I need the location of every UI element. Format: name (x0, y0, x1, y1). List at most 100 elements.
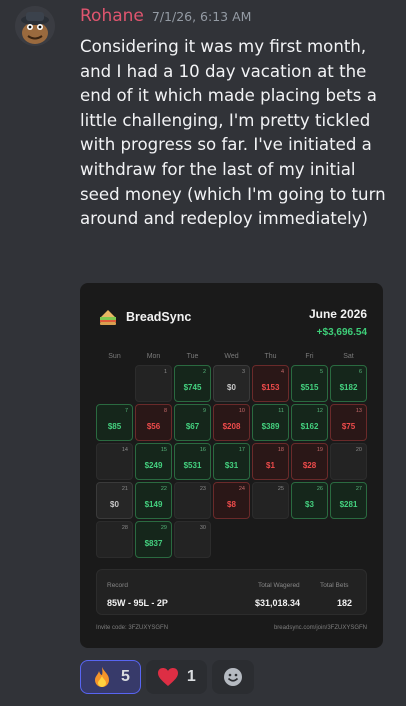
day-number: 14 (121, 447, 128, 453)
brand-name: BreadSync (126, 310, 192, 324)
calendar-day: 21 $0 (96, 482, 133, 519)
day-number: 22 (160, 486, 167, 492)
day-amount: $85 (107, 422, 122, 431)
day-amount: $0 (110, 500, 119, 509)
day-amount: $281 (339, 500, 358, 509)
calendar-day: 27 $281 (330, 482, 367, 519)
user-avatar[interactable] (15, 6, 55, 46)
weekday-label: Sun (108, 353, 121, 360)
bets-label: Total Bets (320, 582, 349, 589)
day-amount: $208 (222, 422, 241, 431)
day-number: 25 (277, 486, 284, 492)
day-number: 29 (160, 525, 167, 531)
weekday-label: Fri (305, 353, 314, 360)
calendar-day: 3 $0 (213, 365, 250, 402)
weekday-label: Mon (146, 353, 161, 360)
weekday-header: Sun Mon Tue Wed Thu Fri Sat (96, 353, 367, 360)
day-amount: $249 (144, 461, 163, 470)
day-amount: $1 (266, 461, 275, 470)
calendar-day: 6 $182 (330, 365, 367, 402)
day-number: 6 (358, 369, 362, 375)
day-number: 18 (277, 447, 284, 453)
message-text: Considering it was my first month, and I… (80, 37, 386, 229)
day-amount: $31 (224, 461, 239, 470)
message-header: Rohane 7/1/26, 6:13 AM (80, 6, 400, 30)
reaction-count: 1 (186, 668, 196, 685)
day-number: 21 (121, 486, 128, 492)
record-value: 85W - 95L - 2P (107, 598, 168, 608)
invite-code: Invite code: 3FZUXYSGFN (96, 625, 169, 631)
reaction-fire[interactable]: 5 (80, 660, 141, 694)
month-total: +$3,696.54 (316, 327, 367, 338)
day-amount: $182 (339, 383, 358, 392)
calendar-day: 24 $8 (213, 482, 250, 519)
day-number: 17 (238, 447, 245, 453)
day-number: 8 (163, 408, 167, 414)
day-number: 26 (316, 486, 323, 492)
reaction-heart[interactable]: 1 (145, 660, 207, 694)
day-amount: $515 (300, 383, 319, 392)
wagered-value: $31,018.34 (255, 598, 301, 608)
day-amount: $75 (341, 422, 356, 431)
calendar-day: 19 $28 (291, 443, 328, 480)
join-link: breadsync.com/join/3FZUXYSGFN (273, 625, 367, 631)
day-amount: $28 (302, 461, 317, 470)
day-number: 1 (163, 369, 167, 375)
reactions-bar: 5 1 (80, 660, 254, 694)
add-reaction-button[interactable] (211, 660, 254, 694)
day-number: 24 (238, 486, 245, 492)
calendar-day: 2 $745 (174, 365, 211, 402)
day-amount: $149 (144, 500, 163, 509)
day-number: 12 (316, 408, 323, 414)
calendar-day: 16 $531 (174, 443, 211, 480)
stats-panel: Record 85W - 95L - 2P Total Wagered $31,… (96, 569, 367, 615)
calendar-day: 29 $837 (135, 521, 172, 558)
day-number: 5 (319, 369, 323, 375)
weekday-label: Wed (224, 353, 239, 360)
calendar-day: 10 $208 (213, 404, 250, 441)
day-amount: $745 (183, 383, 202, 392)
calendar-day: 23 (174, 482, 211, 519)
card-footer: Invite code: 3FZUXYSGFN breadsync.com/jo… (96, 625, 367, 631)
day-number: 4 (280, 369, 284, 375)
day-number: 2 (202, 369, 206, 375)
calendar-day: 5 $515 (291, 365, 328, 402)
day-number: 10 (238, 408, 245, 414)
calendar-day: 12 $162 (291, 404, 328, 441)
day-amount: $531 (183, 461, 202, 470)
day-number: 27 (355, 486, 362, 492)
calendar-day: 25 (252, 482, 289, 519)
day-amount: $8 (227, 500, 236, 509)
calendar-grid: 1 2 $745 3 $0 4 $153 5 $515 6 $182 7 $85 8 $56 9 $67 10 $2… (96, 365, 367, 558)
calendar-day: 8 $56 (135, 404, 172, 441)
calendar-day: 28 (96, 521, 133, 558)
day-amount: $3 (305, 500, 314, 509)
day-amount: $837 (144, 539, 163, 548)
wagered-label: Total Wagered (258, 582, 300, 589)
sandwich-icon (100, 310, 116, 325)
day-amount: $153 (261, 383, 280, 392)
day-number: 23 (199, 486, 206, 492)
calendar-day: 9 $67 (174, 404, 211, 441)
day-number: 16 (199, 447, 206, 453)
bets-value: 182 (337, 598, 353, 608)
weekday-label: Thu (264, 353, 277, 360)
day-number: 15 (160, 447, 167, 453)
image-attachment[interactable]: BreadSync June 2026 +$3,696.54 Sun Mon Tue… (80, 283, 383, 648)
calendar-day: 7 $85 (96, 404, 133, 441)
calendar-blank (96, 365, 133, 402)
calendar-day: 14 (96, 443, 133, 480)
day-number: 20 (355, 447, 362, 453)
day-number: 3 (241, 369, 245, 375)
day-number: 11 (278, 408, 284, 414)
heart-icon (157, 668, 178, 686)
calendar-day: 11 $389 (252, 404, 289, 441)
brand-logo: BreadSync (98, 307, 191, 327)
calendar-day: 15 $249 (135, 443, 172, 480)
day-amount: $389 (261, 422, 280, 431)
author-name[interactable]: Rohane (80, 6, 144, 26)
calendar-day: 4 $153 (252, 365, 289, 402)
calendar-day: 26 $3 (291, 482, 328, 519)
card-header: BreadSync June 2026 +$3,696.54 (98, 307, 367, 347)
reaction-count: 5 (121, 668, 130, 685)
